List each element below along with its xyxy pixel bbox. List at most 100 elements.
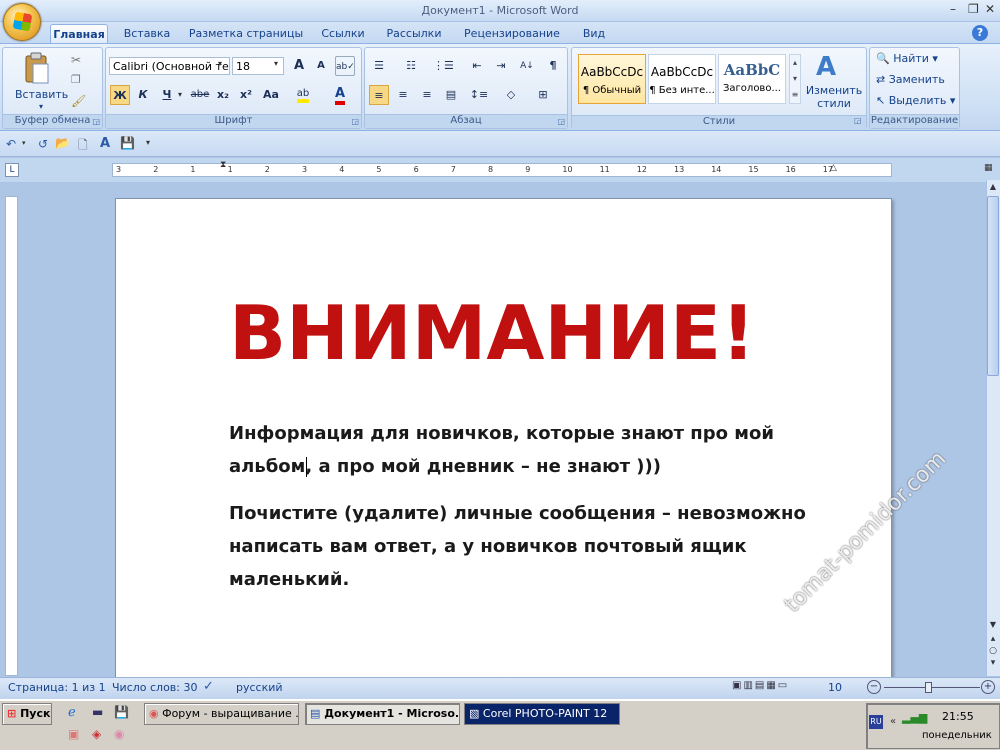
view-ruler-icon[interactable]: ▦: [984, 163, 998, 177]
zoom-slider-thumb[interactable]: [925, 682, 932, 693]
numbering-icon[interactable]: ☷: [401, 56, 421, 76]
paste-dropdown-icon[interactable]: ▾: [39, 102, 43, 111]
subscript-button[interactable]: x₂: [213, 85, 233, 105]
tab-review[interactable]: Рецензирование: [458, 24, 566, 44]
save-icon[interactable]: 💾: [120, 136, 135, 150]
italic-button[interactable]: К: [133, 85, 153, 105]
office-button[interactable]: [3, 3, 41, 41]
new-document-icon[interactable]: 🗋: [78, 136, 88, 157]
multilevel-list-icon[interactable]: ⋮☰: [433, 56, 454, 76]
font-color-icon[interactable]: A: [330, 84, 350, 105]
tray-shortcut-1-icon[interactable]: ▣: [68, 727, 79, 741]
signal-icon[interactable]: ▂▄▆: [902, 711, 927, 724]
browse-object-icon[interactable]: ○: [987, 646, 999, 656]
save-shortcut-icon[interactable]: 💾: [114, 705, 129, 719]
underline-dropdown-icon[interactable]: ▾: [178, 90, 182, 99]
increase-indent-icon[interactable]: ⇥: [491, 56, 511, 76]
chrome-shortcut-icon[interactable]: ◉: [114, 727, 124, 741]
tab-insert[interactable]: Вставка: [117, 24, 177, 44]
styles-scroll-icon[interactable]: ▴ ▾ ≡: [789, 54, 801, 104]
scroll-down-icon[interactable]: ▼: [987, 620, 999, 629]
taskbar-corel-button[interactable]: ▧ Corel PHOTO-PAINT 12: [464, 703, 620, 725]
view-buttons[interactable]: ▣▥▤▦▭: [732, 680, 820, 695]
zoom-out-icon[interactable]: −: [867, 680, 881, 694]
show-marks-icon[interactable]: ¶: [543, 56, 563, 76]
undo-dropdown-icon[interactable]: ▾: [22, 139, 26, 147]
find-button[interactable]: 🔍 Найти ▾: [876, 52, 938, 65]
tab-home[interactable]: Главная: [50, 24, 108, 44]
zoom-in-icon[interactable]: +: [981, 680, 995, 694]
paragraph-launcher-icon[interactable]: ◲: [557, 117, 565, 126]
desktop-icon[interactable]: ▬: [92, 705, 103, 719]
align-right-icon[interactable]: ≡: [417, 85, 437, 105]
indent-marker-icon[interactable]: ⧗: [220, 160, 226, 170]
change-styles-button[interactable]: Изменить стили: [804, 84, 864, 110]
grow-font-button[interactable]: A: [289, 56, 309, 76]
shrink-font-button[interactable]: A: [311, 56, 331, 76]
language-bar[interactable]: RU: [869, 715, 883, 729]
cut-icon[interactable]: ✂: [71, 53, 81, 67]
document-page[interactable]: ВНИМАНИЕ! Информация для новичков, котор…: [115, 198, 892, 678]
align-center-icon[interactable]: ≡: [393, 85, 413, 105]
tab-selector-icon[interactable]: L: [5, 163, 19, 177]
tray-shortcut-2-icon[interactable]: ◈: [92, 727, 101, 741]
taskbar-forum-button[interactable]: ◉ Форум - выращивание ...: [144, 703, 299, 725]
clear-format-icon[interactable]: ab✓: [335, 56, 355, 76]
tab-references[interactable]: Ссылки: [316, 24, 370, 44]
borders-icon[interactable]: ⊞: [533, 85, 553, 105]
redo-icon[interactable]: ↺: [38, 137, 48, 151]
font-name-dropdown-icon[interactable]: ▾: [218, 59, 222, 68]
format-painter-icon[interactable]: 🖌: [71, 94, 86, 108]
font-size-dropdown-icon[interactable]: ▾: [274, 59, 278, 68]
zoom-slider[interactable]: [884, 687, 980, 688]
justify-icon[interactable]: ▤: [441, 85, 461, 105]
help-button[interactable]: ?: [972, 25, 988, 41]
scroll-thumb[interactable]: [987, 196, 999, 376]
bullets-icon[interactable]: ☰: [369, 56, 389, 76]
prev-page-icon[interactable]: ▴: [987, 634, 999, 644]
change-styles-icon[interactable]: A: [816, 52, 836, 82]
highlight-icon[interactable]: ab: [293, 84, 313, 104]
tray-expand-icon[interactable]: «: [890, 716, 896, 727]
taskbar-word-button[interactable]: ▤ Документ1 - Microso...: [305, 703, 460, 725]
select-button[interactable]: ↖ Выделить ▾: [876, 94, 955, 107]
clipboard-launcher-icon[interactable]: ◲: [92, 117, 100, 126]
restore-button[interactable]: ❐: [968, 2, 979, 16]
superscript-button[interactable]: x²: [236, 85, 256, 105]
tab-view[interactable]: Вид: [576, 24, 612, 44]
vertical-ruler[interactable]: [5, 196, 18, 676]
font-launcher-icon[interactable]: ◲: [351, 117, 359, 126]
style-no-spacing[interactable]: AaBbCcDc ¶ Без инте...: [648, 54, 716, 104]
underline-button[interactable]: Ч: [157, 85, 177, 105]
change-case-button[interactable]: Aa: [261, 85, 281, 105]
styles-launcher-icon[interactable]: ◲: [854, 116, 862, 125]
replace-button[interactable]: ⇄ Заменить: [876, 73, 945, 86]
style-normal[interactable]: AaBbCcDc ¶ Обычный: [578, 54, 646, 104]
font-name-field[interactable]: Calibri (Основной те: [109, 57, 230, 75]
page-count[interactable]: Страница: 1 из 1: [8, 681, 106, 694]
open-icon[interactable]: 📂: [55, 136, 70, 150]
copy-icon[interactable]: ❐: [71, 73, 81, 86]
start-button[interactable]: ⊞ Пуск: [2, 703, 52, 725]
align-left-icon[interactable]: ≡: [369, 85, 389, 105]
qat-customize-icon[interactable]: ▾: [146, 138, 150, 147]
ie-icon[interactable]: ℯ: [68, 705, 76, 720]
proofing-icon[interactable]: ✓: [203, 679, 214, 694]
paste-button[interactable]: Вставить: [15, 88, 68, 101]
close-button[interactable]: ✕: [985, 2, 995, 16]
format-icon[interactable]: A: [100, 136, 110, 151]
language-indicator[interactable]: русский: [236, 681, 283, 694]
right-indent-marker-icon[interactable]: △: [830, 163, 837, 173]
next-page-icon[interactable]: ▾: [987, 658, 999, 668]
undo-icon[interactable]: ↶: [6, 137, 16, 151]
zoom-level[interactable]: 10: [828, 681, 842, 694]
shading-icon[interactable]: ◇: [501, 85, 521, 105]
decrease-indent-icon[interactable]: ⇤: [467, 56, 487, 76]
sort-icon[interactable]: A↓: [517, 56, 537, 76]
line-spacing-icon[interactable]: ↕≡: [469, 85, 489, 105]
strikethrough-button[interactable]: abe: [190, 85, 210, 105]
minimize-button[interactable]: –: [950, 2, 956, 16]
tab-page-layout[interactable]: Разметка страницы: [186, 24, 306, 44]
style-heading[interactable]: AaBbC Заголово...: [718, 54, 786, 104]
tab-mailings[interactable]: Рассылки: [378, 24, 450, 44]
